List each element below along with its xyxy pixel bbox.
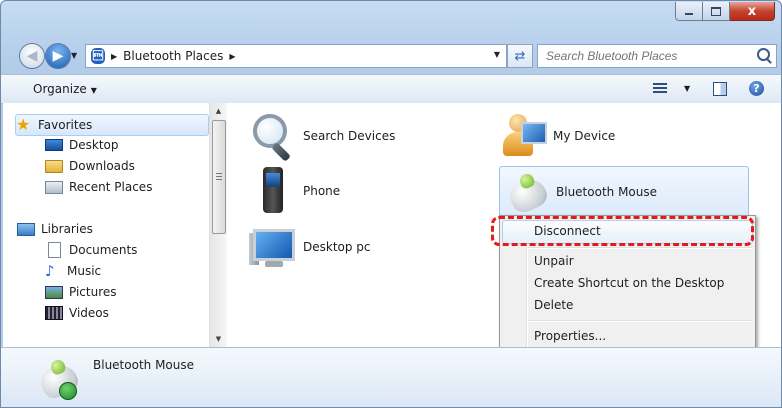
menu-separator [528,320,752,322]
videos-icon [45,306,63,320]
item-label: My Device [553,129,616,143]
forward-button[interactable]: ▶ [45,43,71,69]
bluetooth-icon:  [91,48,105,64]
downloads-folder-icon [45,159,63,173]
recent-pages-dropdown-icon[interactable]: ▼ [71,51,77,60]
search-input[interactable] [544,48,748,64]
menu-item-unpair[interactable]: Unpair [534,251,574,271]
device-item-desktop-pc[interactable]: Desktop pc [249,223,371,271]
scroll-up-icon[interactable]: ▲ [210,103,227,119]
sidebar-item-documents[interactable]: Documents [45,240,205,260]
sidebar-item-libraries[interactable]: Libraries [17,219,207,239]
magnifier-icon [249,112,297,162]
explorer-window: x ◀ ▶ ▼  ▶ Bluetooth Places ▶ ▼ ⇄ Organ… [0,0,782,408]
command-bar: Organize ▼ ▼ ? [1,74,781,104]
close-icon: x [747,3,757,19]
help-icon[interactable]: ? [749,81,764,96]
scrollbar-thumb[interactable] [212,120,226,234]
device-item-phone[interactable]: Phone [249,167,340,215]
preview-pane-icon[interactable] [713,82,727,96]
sidebar-item-label: Music [67,264,102,278]
mouse-icon [502,168,551,217]
desktop-icon [45,139,63,151]
phone-icon [249,167,297,215]
scroll-down-icon[interactable]: ▼ [210,331,227,347]
sidebar-item-label: Libraries [41,222,93,236]
libraries-icon [17,222,35,236]
star-icon: ★ [16,115,31,134]
breadcrumb-chevron-icon[interactable]: ▶ [229,52,235,61]
search-box[interactable] [537,44,777,68]
device-item-my-device[interactable]: My Device [499,112,615,160]
close-button[interactable]: x [730,2,775,21]
menu-item-delete[interactable]: Delete [534,295,573,315]
sidebar-item-label: Documents [69,243,138,257]
device-item-search-devices[interactable]: Search Devices [249,112,396,162]
search-icon[interactable] [757,48,770,61]
breadcrumb-bluetooth-places[interactable]: Bluetooth Places [123,49,223,63]
sidebar-item-pictures[interactable]: Pictures [45,282,205,302]
minimize-icon [685,13,693,15]
documents-icon [48,242,61,258]
item-label: Desktop pc [303,240,371,254]
user-computer-icon [499,112,547,160]
navigation-scrollbar[interactable]: ▲ ▼ [209,103,227,347]
organize-button[interactable]: Organize ▼ [33,82,97,96]
details-pane: Bluetooth Mouse [1,347,781,407]
maximize-button[interactable] [703,2,730,21]
pictures-icon [45,285,63,299]
grip-icon [216,173,222,180]
sidebar-item-label: Downloads [69,159,135,173]
refresh-button[interactable]: ⇄ [507,44,533,68]
window-controls: x [675,2,775,21]
item-label: Phone [303,184,341,198]
recent-places-icon [45,180,63,194]
item-label: Search Devices [303,129,396,143]
menu-separator [528,247,752,249]
back-arrow-icon: ◀ [26,48,38,64]
sidebar-item-downloads[interactable]: Downloads [45,156,205,176]
music-note-icon: ♪ [45,262,55,280]
organize-label: Organize [33,82,87,96]
menu-item-create-shortcut[interactable]: Create Shortcut on the Desktop [534,273,724,293]
sidebar-item-favorites[interactable]: ★ Favorites [15,114,209,136]
minimize-button[interactable] [675,2,703,21]
sidebar-item-videos[interactable]: Videos [45,303,205,323]
sidebar-item-label: Favorites [38,118,93,132]
disconnect-highlight-annotation [491,216,754,246]
maximize-icon [711,6,721,16]
chevron-down-icon: ▼ [90,86,97,95]
desktop-pc-icon [249,223,297,271]
sidebar-item-label: Recent Places [69,180,153,194]
refresh-icon: ⇄ [514,48,526,64]
mouse-icon [33,354,82,403]
sidebar-item-label: Pictures [69,285,117,299]
back-button[interactable]: ◀ [19,43,45,69]
navigation-pane: ★ Favorites Desktop Downloads Recent Pla… [3,103,209,347]
device-item-bluetooth-mouse[interactable]: Bluetooth Mouse [499,166,749,218]
change-view-icon[interactable] [653,83,667,95]
address-bar[interactable]:  ▶ Bluetooth Places ▶ ▼ [85,44,507,68]
sidebar-item-desktop[interactable]: Desktop [45,135,205,155]
view-options-chevron-icon[interactable]: ▼ [684,84,690,93]
breadcrumb-separator-icon[interactable]: ▶ [111,52,117,61]
bluetooth-badge-icon [59,382,77,400]
sidebar-item-music[interactable]: ♪ Music [45,261,205,281]
forward-arrow-icon: ▶ [52,48,64,64]
help-glyph: ? [753,82,760,95]
sidebar-item-label: Desktop [69,138,119,152]
details-title: Bluetooth Mouse [93,358,195,372]
sidebar-item-recent-places[interactable]: Recent Places [45,177,205,197]
sidebar-item-label: Videos [69,306,109,320]
item-label: Bluetooth Mouse [556,185,658,199]
menu-item-properties[interactable]: Properties... [534,326,606,346]
address-dropdown-icon[interactable]: ▼ [494,50,500,59]
